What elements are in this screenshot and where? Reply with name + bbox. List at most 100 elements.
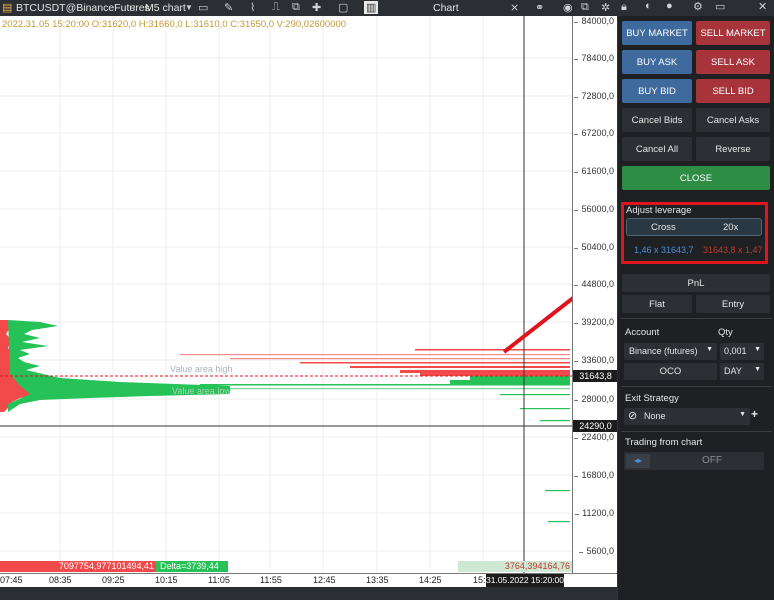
x-tick: 12:45: [313, 575, 336, 585]
panel-toggle-icon[interactable]: ▥: [364, 1, 379, 14]
template-icon[interactable]: ⧉: [292, 1, 300, 14]
link-icon[interactable]: ⚭: [535, 1, 544, 14]
x-tick: 08:35: [49, 575, 72, 585]
leverage-selector[interactable]: Cross 20x: [626, 218, 762, 236]
account-select[interactable]: Binance (futures) ▼: [624, 343, 717, 360]
exit-strategy-value: None: [644, 411, 666, 421]
right-stat-2: 4164,76: [537, 561, 570, 571]
chevron-down-icon: ▼: [706, 346, 713, 353]
close-icon[interactable]: ✕: [758, 0, 767, 13]
search-icon[interactable]: ⌕: [130, 1, 136, 14]
y-tick: 22400,0: [574, 432, 614, 442]
last-price-value: 31643,8: [579, 371, 612, 381]
chart-icon[interactable]: ⎍: [272, 1, 280, 14]
tif-value: DAY: [724, 366, 742, 376]
toggle-handle-icon: ◂▸: [626, 454, 650, 468]
value-area-low-label: Value area low: [172, 386, 231, 396]
y-tick: 44800,0: [574, 279, 614, 289]
flat-button[interactable]: Flat: [622, 295, 692, 313]
y-tick: 28000,0: [574, 394, 614, 404]
window-title: Chart: [433, 2, 459, 14]
sell-ask-button[interactable]: SELL ASK: [696, 50, 770, 74]
qty-value: 0,001: [724, 346, 747, 356]
qty-select[interactable]: 0,001 ▼: [720, 343, 764, 360]
buy-bid-button[interactable]: BUY BID: [622, 79, 692, 103]
interval-selector[interactable]: M5 chart: [145, 2, 186, 14]
bottom-stat-right: 3764,394164,76: [458, 561, 572, 572]
margin-mode[interactable]: Cross: [651, 222, 676, 233]
y-tick: 84000,0: [574, 16, 614, 26]
exit-strategy-label: Exit Strategy: [625, 393, 679, 404]
x-tick: 09:25: [102, 575, 125, 585]
none-icon: ⊘: [628, 410, 638, 422]
crosshair-time-value: 31.05.2022 15:20:00: [486, 575, 564, 585]
tif-select[interactable]: DAY ▼: [720, 363, 764, 380]
y-tick: 56000,0: [574, 204, 614, 214]
delta-value: Delta=3739,44: [160, 561, 219, 571]
entry-button[interactable]: Entry: [696, 295, 770, 313]
last-price-tag: 31643,8: [573, 370, 618, 382]
x-tick: 14:25: [419, 575, 442, 585]
oco-button[interactable]: OCO: [624, 363, 717, 380]
price-axis[interactable]: 84000,0 78400,0 72800,0 67200,0 61600,0 …: [572, 16, 618, 573]
sell-market-button[interactable]: SELL MARKET: [696, 21, 770, 45]
chevron-down-icon[interactable]: ▼: [185, 3, 193, 12]
x-tick: 11:55: [260, 575, 282, 585]
window-icon[interactable]: ▢: [338, 1, 348, 14]
y-tick: 61600,0: [574, 166, 614, 176]
lock-icon[interactable]: 🔒︎: [621, 1, 627, 14]
position-sell-value: 31643,8 x 1,47: [703, 245, 763, 255]
chart-type-icon[interactable]: ▭: [198, 1, 208, 14]
y-tick: 72800,0: [574, 91, 614, 101]
indicator-icon[interactable]: ⌇: [250, 1, 255, 14]
bottom-stat-left: 7097754,977101494,41: [0, 561, 156, 572]
time-axis[interactable]: 07:45 08:35 09:25 10:15 11:05 11:55 12:4…: [0, 573, 617, 588]
crosshair-time-tag: 31.05.2022 15:20:00: [486, 574, 564, 587]
toggle-state: OFF: [702, 455, 722, 466]
dark-circle-icon[interactable]: ●: [666, 0, 673, 12]
trading-from-chart-label: Trading from chart: [625, 437, 703, 448]
close-position-button[interactable]: CLOSE: [622, 166, 770, 190]
sell-bid-button[interactable]: SELL BID: [696, 79, 770, 103]
account-label: Account: [625, 327, 660, 338]
chart-area[interactable]: 2022.31.05 15:20:00 O:31620,0 H:31660,0 …: [0, 16, 572, 573]
y-tick: 67200,0: [574, 128, 614, 138]
x-tick: 11:05: [208, 575, 230, 585]
right-stat-1: 3764,39: [504, 561, 538, 571]
pnl-button[interactable]: PnL: [622, 274, 770, 292]
divider: [621, 318, 772, 319]
annotation-arrow: [502, 296, 572, 354]
settings-icon[interactable]: ✲: [601, 1, 610, 14]
buy-market-button[interactable]: BUY MARKET: [622, 21, 692, 45]
account-value: Binance (futures): [629, 346, 698, 356]
cancel-bids-button[interactable]: Cancel Bids: [622, 108, 692, 132]
adjust-leverage-label: Adjust leverage: [626, 205, 692, 216]
delta-stat: Delta=3739,44: [156, 561, 228, 572]
cancel-all-button[interactable]: Cancel All: [622, 137, 692, 161]
exit-strategy-select[interactable]: ⊘ None ▼: [624, 408, 750, 425]
y-tick: 78400,0: [574, 53, 614, 63]
crosshair-icon[interactable]: ✚: [312, 1, 321, 14]
y-tick: 11200,0: [575, 508, 614, 518]
buy-ask-button[interactable]: BUY ASK: [622, 50, 692, 74]
gear-icon[interactable]: ⚙: [693, 0, 703, 13]
add-strategy-icon[interactable]: +: [751, 407, 758, 421]
leverage-value[interactable]: 20x: [723, 222, 738, 233]
crosshair-price-tag: 24290,0: [573, 420, 618, 432]
divider: [621, 431, 772, 432]
camera-icon[interactable]: ◉: [563, 1, 573, 14]
reverse-button[interactable]: Reverse: [696, 137, 770, 161]
magnet-icon[interactable]: ⨯: [510, 1, 519, 14]
dock-icon[interactable]: ▭: [715, 0, 725, 13]
chart-logo-icon: ▤: [2, 2, 13, 14]
ohlc-readout: 2022.31.05 15:20:00 O:31620,0 H:31660,0 …: [2, 19, 347, 30]
chevron-down-icon: ▼: [739, 411, 746, 418]
y-tick: 16800,0: [574, 470, 614, 480]
pencil-icon[interactable]: ✎: [224, 1, 233, 14]
cancel-asks-button[interactable]: Cancel Asks: [696, 108, 770, 132]
circle-icon[interactable]: ◐: [645, 0, 652, 12]
y-tick: 50400,0: [574, 242, 614, 252]
detach-icon[interactable]: ⧉: [581, 1, 589, 14]
trading-from-chart-toggle[interactable]: ◂▸ OFF: [624, 452, 764, 470]
x-tick: 13:35: [366, 575, 389, 585]
